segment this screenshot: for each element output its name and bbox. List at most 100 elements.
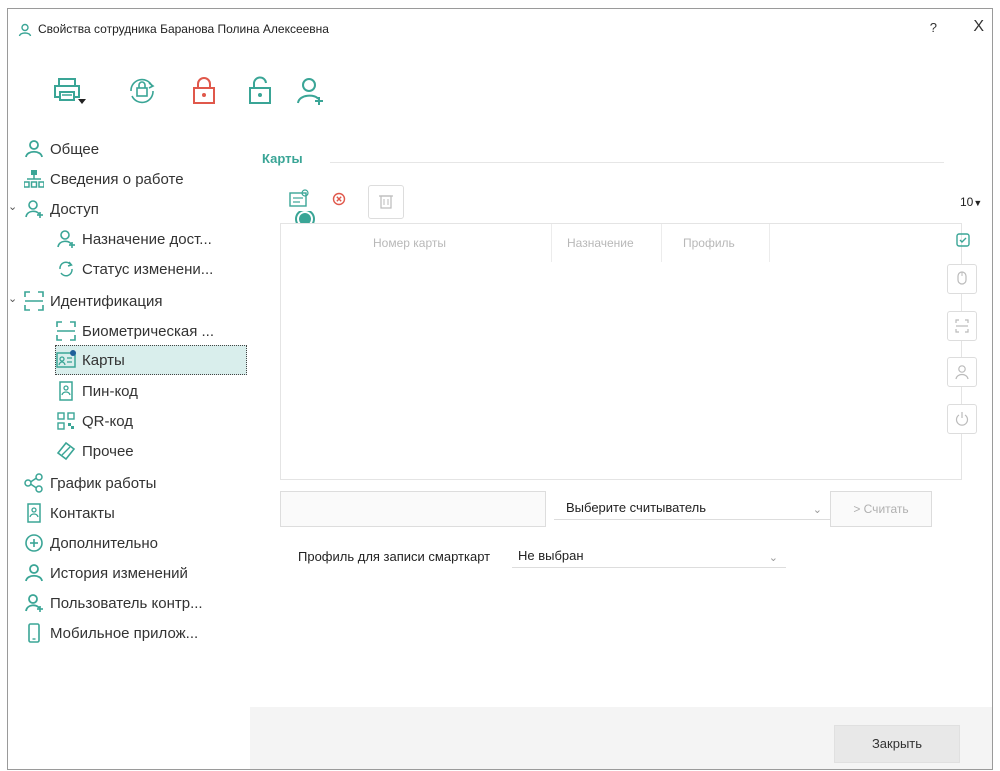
sidebar-item-cards[interactable]: Карты [55,345,247,375]
toolbar [8,47,992,127]
column-separator [551,224,552,262]
check-square-icon[interactable] [956,233,970,247]
sidebar-item-access[interactable]: ⌄ Доступ [8,197,99,221]
scan-frame-icon [955,319,969,333]
section-title: Карты [262,151,303,166]
mobile-phone-icon [24,623,44,643]
smartcard-profile-value: Не выбран [518,548,584,563]
sidebar-item-label: График работы [50,474,157,492]
user-button[interactable] [947,357,977,387]
sidebar-item-label: Контакты [50,504,115,522]
sidebar-item-work-info[interactable]: Сведения о работе [24,167,184,191]
plus-circle-icon [24,533,44,553]
column-profile[interactable]: Профиль [683,236,735,250]
sidebar-item-label: Мобильное прилож... [50,624,199,642]
sidebar-item-label: Биометрическая ... [82,322,214,340]
cards-panel: Карты 10▼ Номер карты Назначение Профиль… [250,127,992,707]
page-size-value: 10 [960,195,974,209]
add-card-icon[interactable] [288,189,310,211]
qr-code-icon [56,411,76,431]
user-icon [18,23,32,37]
sidebar-item-change-history[interactable]: История изменений [24,561,188,585]
sidebar-item-label: Прочее [82,442,134,460]
column-purpose[interactable]: Назначение [567,236,634,250]
sidebar-item-label: Статус изменени... [82,260,214,278]
sidebar-item-label: Идентификация [50,292,163,310]
scan-button[interactable] [947,311,977,341]
user-icon [24,563,44,583]
chevron-down-icon[interactable]: ⌄ [8,200,17,213]
user-icon [955,364,969,380]
help-button[interactable]: ? [930,20,937,35]
sidebar-item-label: Дополнительно [50,534,158,552]
window-title: Свойства сотрудника Баранова Полина Алек… [38,22,329,36]
tag-icon [56,441,76,461]
sidebar-item-mobile-app[interactable]: Мобильное прилож... [24,621,198,645]
read-button[interactable]: > Считать [830,491,932,527]
chevron-down-icon: ⌄ [812,504,822,516]
remove-card-icon[interactable] [332,192,346,206]
close-window-button[interactable]: X [973,18,984,36]
org-chart-icon [24,169,44,189]
sidebar-item-qr-code[interactable]: QR-код [56,409,133,433]
smartcard-profile-select[interactable]: Не выбран ⌄ [512,545,786,568]
title-bar: Свойства сотрудника Баранова Полина Алек… [8,9,992,47]
sidebar-item-label: Доступ [50,200,99,218]
page-size-select[interactable]: 10▼ [960,195,982,209]
mouse-icon [957,271,967,285]
sync-icon[interactable] [126,75,158,107]
id-card-icon [56,350,76,370]
sidebar-item-label: Пользователь контр... [50,594,203,612]
card-number-input[interactable] [280,491,546,527]
sidebar-item-label: Пин-код [82,382,138,400]
sidebar-item-label: Карты [82,351,125,369]
sidebar-item-label: Сведения о работе [50,170,184,188]
chevron-down-icon[interactable]: ⌄ [8,292,17,305]
pin-code-icon [56,381,76,401]
section-divider [330,162,944,163]
sidebar-item-other[interactable]: Прочее [56,439,134,463]
reader-select-value: Выберите считыватель [566,500,707,515]
sidebar-item-identification[interactable]: ⌄ Идентификация [8,289,163,313]
add-user-icon [24,199,44,219]
add-user-icon [56,229,76,249]
contacts-icon [24,503,44,523]
lock-open-icon[interactable] [244,75,276,107]
power-button[interactable] [947,404,977,434]
mouse-button[interactable] [947,264,977,294]
sidebar-item-label: Назначение дост... [82,230,212,248]
sidebar-item-access-assignment[interactable]: Назначение дост... [56,227,212,251]
sidebar-item-biometric[interactable]: Биометрическая ... [56,319,214,343]
sidebar-item-label: QR-код [82,412,133,430]
reader-select[interactable]: Выберите считыватель ⌄ [554,497,830,520]
lock-closed-icon[interactable] [188,75,220,107]
sidebar-item-pin-code[interactable]: Пин-код [56,379,138,403]
add-user-icon[interactable] [294,75,326,107]
properties-window: Свойства сотрудника Баранова Полина Алек… [7,8,993,770]
sidebar-item-label: Общее [50,140,100,158]
scan-frame-icon [24,291,44,311]
share-nodes-icon [24,473,44,493]
chevron-down-icon: ⌄ [768,552,778,564]
sidebar-item-contacts[interactable]: Контакты [24,501,115,525]
close-button[interactable]: Закрыть [834,725,960,763]
printer-icon[interactable] [52,75,86,107]
sidebar-item-work-schedule[interactable]: График работы [24,471,156,495]
sidebar-item-change-status[interactable]: Статус изменени... [56,257,213,281]
footer-bar: Закрыть [250,707,992,769]
sidebar-item-general[interactable]: Общее [24,137,99,161]
add-user-icon [24,593,44,613]
delete-button[interactable] [368,185,404,219]
scan-frame-icon [56,321,76,341]
column-separator [661,224,662,262]
column-separator [769,224,770,262]
column-card-number[interactable]: Номер карты [373,236,446,250]
table-header: Номер карты Назначение Профиль [281,224,961,264]
trash-icon [379,193,393,209]
sidebar-item-controller-user[interactable]: Пользователь контр... [24,591,203,615]
refresh-icon [56,259,76,279]
smartcard-profile-label: Профиль для записи смарткарт [298,549,491,564]
user-icon [24,139,44,159]
power-icon [955,411,969,427]
sidebar-item-additional[interactable]: Дополнительно [24,531,158,555]
